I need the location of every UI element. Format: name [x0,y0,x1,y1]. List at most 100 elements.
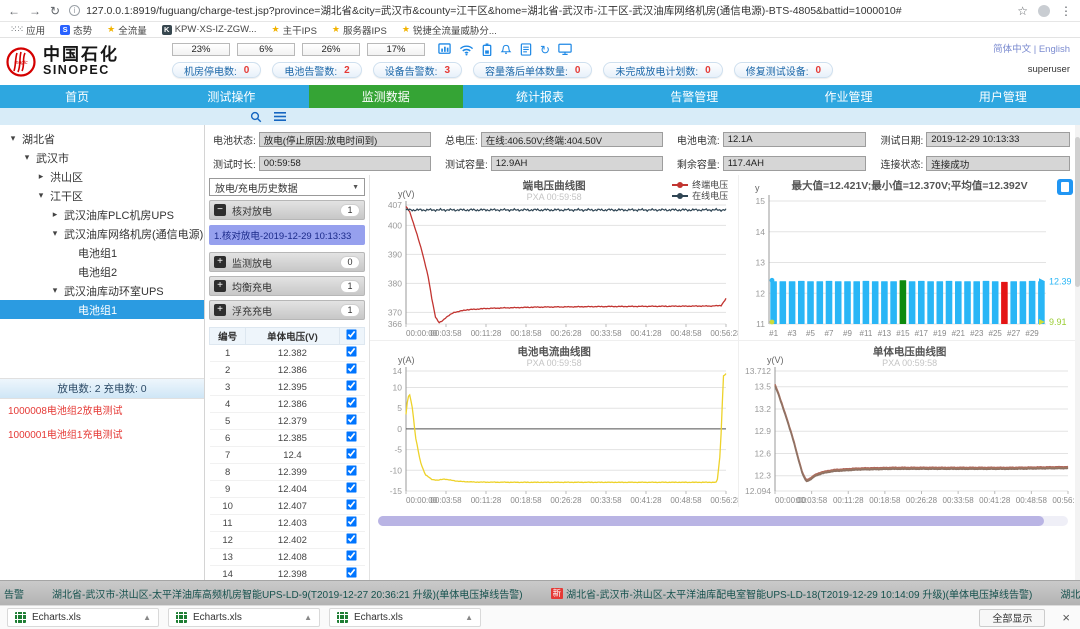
row-checkbox[interactable] [347,550,357,560]
stats-row: 机房停电数:0电池告警数:2设备告警数:3容量落后单体数量:0未完成放电计划数:… [172,62,952,78]
chart-legend[interactable]: 终端电压在线电压 [672,179,728,201]
back-icon[interactable]: ← [8,4,20,18]
accordion-监测放电[interactable]: +监测放电0 [209,252,365,272]
row-checkbox[interactable] [347,414,357,424]
table-row: 412.386 [210,396,365,413]
export-excel-button[interactable] [1057,179,1073,195]
row-checkbox[interactable] [347,397,357,407]
svg-text:magic: magic [14,60,28,66]
show-all-downloads-button[interactable]: 全部显示 [979,609,1045,627]
history-type-dropdown[interactable]: 放电/充电历史数据 ▼ [209,178,365,196]
cell-number: 5 [210,413,246,430]
new-alarm-badge: 新 [551,588,564,599]
row-checkbox[interactable] [347,533,357,543]
cell-voltage: 12.386 [246,362,339,379]
legend-mark [672,195,688,197]
tab-作业管理[interactable]: 作业管理 [771,85,925,108]
svg-text:#21: #21 [952,329,966,338]
tree-node[interactable]: ▸洪山区 [0,167,204,186]
alarm-text: 湖北省-武汉市-洪山区-太平洋油库高频机房智能UPS-LD-9(T2019-12… [52,586,523,601]
tree-node[interactable]: ▾湖北省 [0,129,204,148]
download-item[interactable]: Echarts.xls▲ [7,608,159,627]
chevron-up-icon[interactable]: ▲ [465,613,473,622]
cell-number: 1 [210,345,246,362]
cell-checkbox [339,413,364,430]
close-downloads-icon[interactable]: × [1062,610,1070,625]
row-checkbox[interactable] [347,482,357,492]
bookmark-item[interactable]: KKPW·XS-IZ-ZGW... [162,24,257,35]
row-checkbox[interactable] [347,448,357,458]
svg-text:#23: #23 [970,329,984,338]
tab-统计报表[interactable]: 统计报表 [463,85,617,108]
task-link[interactable]: 1000001电池组1充电测试 [8,426,123,441]
bookmark-item[interactable]: ★主干IPS [272,23,317,37]
svg-text:12.9: 12.9 [755,426,772,436]
site-info-icon[interactable]: i [69,5,80,16]
task-link[interactable]: 1000008电池组2放电测试 [8,402,123,417]
info-field: 总电压:在线:406.50V;终端:404.50V [445,131,663,148]
profile-avatar[interactable] [1038,5,1050,17]
legend-在线电压[interactable]: 在线电压 [672,190,728,201]
chevron-down-icon: ▾ [50,285,60,296]
bookmark-item[interactable]: ★全流量 [107,23,147,37]
svg-text:00:48:58: 00:48:58 [670,329,702,338]
reload-icon[interactable]: ↻ [50,4,60,18]
row-checkbox[interactable] [347,499,357,509]
chevron-up-icon[interactable]: ▲ [304,613,312,622]
row-checkbox[interactable] [347,567,357,577]
row-checkbox[interactable] [347,346,357,356]
tab-用户管理[interactable]: 用户管理 [926,85,1080,108]
search-bar [0,108,1080,125]
tree-node-label: 电池组1 [78,302,117,318]
tree-node[interactable]: 电池组1 [0,243,204,262]
bookmark-item[interactable]: S态势 [60,23,92,37]
stat-pill: 容量落后单体数量:0 [473,62,592,78]
alarm-item: 湖北省-武汉市-洪山区-太平洋油库动环智能UPS-ZK(T2019-12-27 … [1060,586,1080,601]
accordion-label: 均衡充电 [232,279,272,294]
tree-node[interactable]: ▾武汉油库网络机房(通信电源) [0,224,204,243]
svg-text:00:18:58: 00:18:58 [510,496,542,505]
tab-告警管理[interactable]: 告警管理 [617,85,771,108]
chrome-menu-icon[interactable]: ⋮ [1060,4,1072,18]
cell-voltage: 12.402 [246,532,339,549]
accordion-浮充充电[interactable]: +浮充充电1 [209,300,365,320]
language-switch[interactable]: 简体中文 | English [952,41,1070,55]
chevron-up-icon[interactable]: ▲ [143,613,151,622]
stat-value: 3 [444,65,450,76]
tab-首页[interactable]: 首页 [0,85,154,108]
charts-horizontal-scrollbar[interactable] [378,516,1068,526]
row-checkbox[interactable] [347,431,357,441]
cell-voltage: 12.407 [246,498,339,515]
svg-text:00:48:58: 00:48:58 [670,496,702,505]
cell-number: 9 [210,481,246,498]
download-item[interactable]: Echarts.xls▲ [329,608,481,627]
tree-node[interactable]: 电池组1 [0,300,204,319]
url-bar[interactable]: i 127.0.0.1:8919/fuguang/charge-test.jsp… [69,2,1008,19]
forward-icon[interactable]: → [29,4,41,18]
select-all-checkbox[interactable] [347,329,357,339]
accordion-核对放电[interactable]: −核对放电1 [209,200,365,220]
bookmark-item[interactable]: ⁙⁙应用 [10,23,45,37]
row-checkbox[interactable] [347,380,357,390]
tree-node[interactable]: ▾江干区 [0,186,204,205]
tab-测试操作[interactable]: 测试操作 [154,85,308,108]
tab-监测数据[interactable]: 监测数据 [309,85,463,108]
alarm-text: 湖北省-武汉市-洪山区-太平洋油库动环智能UPS-ZK(T2019-12-27 … [1060,586,1080,601]
tree-node[interactable]: ▾武汉油库动环室UPS [0,281,204,300]
tree-node[interactable]: ▾武汉市 [0,148,204,167]
bookmark-star-icon: ★ [332,24,340,35]
current-user: superuser [952,64,1070,75]
row-checkbox[interactable] [347,516,357,526]
row-checkbox[interactable] [347,465,357,475]
bookmark-star-icon[interactable]: ☆ [1017,4,1028,18]
bookmark-item[interactable]: ★锐捷全流量威胁分... [402,23,497,37]
tree-node[interactable]: ▸武汉油库PLC机房UPS [0,205,204,224]
bookmark-item[interactable]: ★服务器IPS [332,23,387,37]
accordion-均衡充电[interactable]: +均衡充电1 [209,276,365,296]
history-record-item[interactable]: 1.核对放电-2019-12-29 10:13:33 [209,225,365,245]
download-item[interactable]: Echarts.xls▲ [168,608,320,627]
tree-node[interactable]: 电池组2 [0,262,204,281]
search-icon[interactable] [250,111,262,123]
row-checkbox[interactable] [347,363,357,373]
list-icon[interactable] [274,111,286,122]
